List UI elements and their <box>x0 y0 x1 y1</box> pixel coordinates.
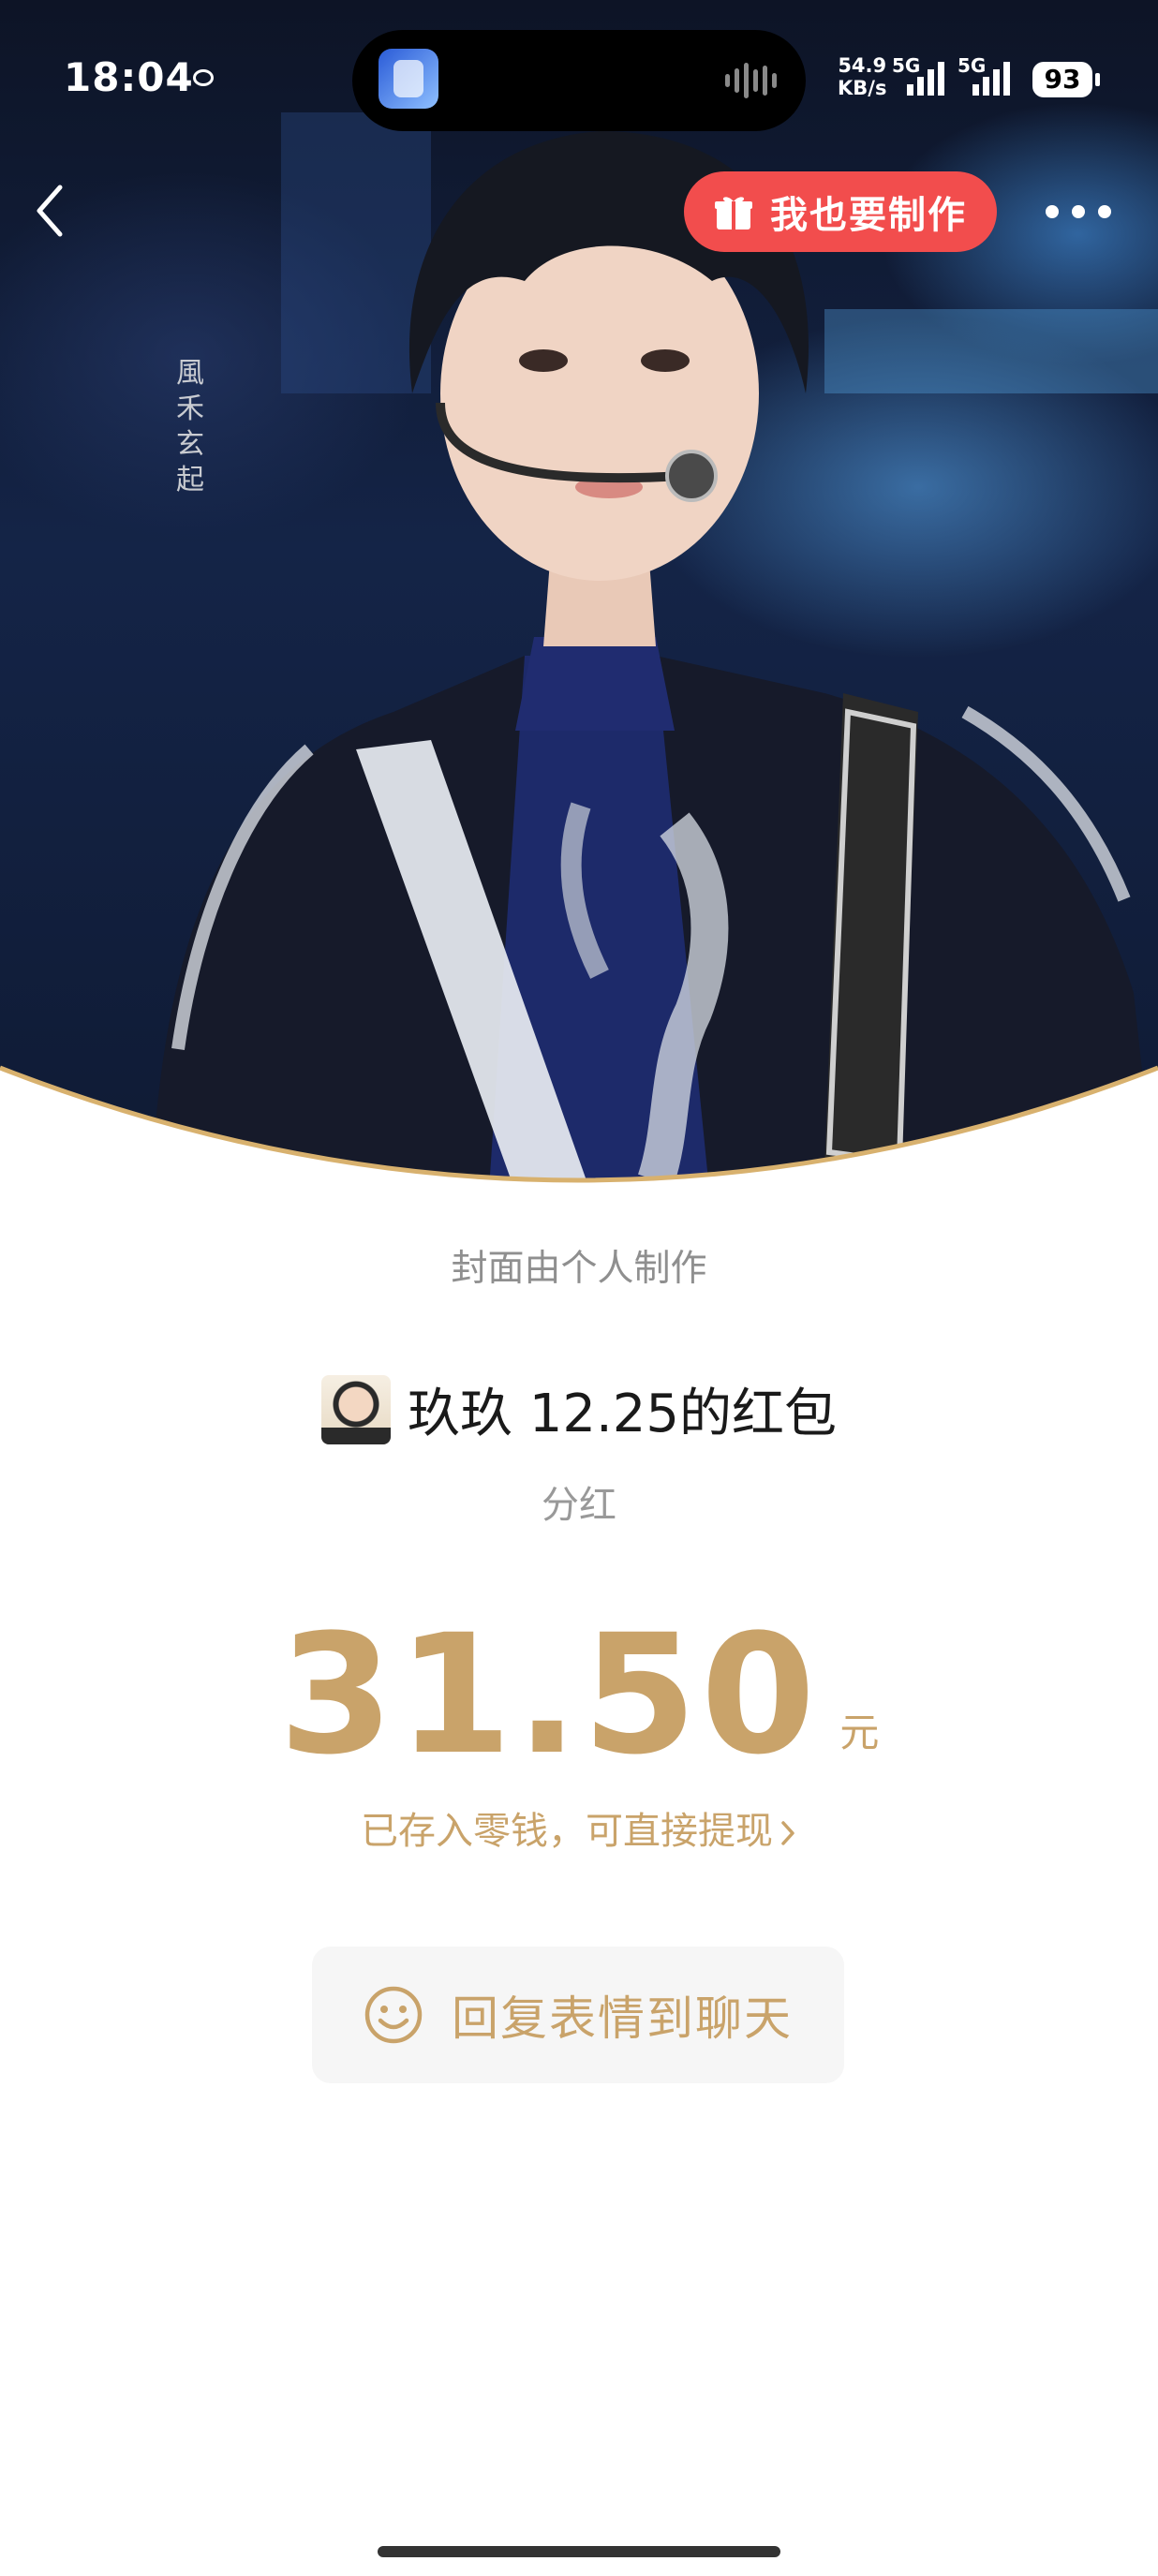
gift-icon <box>715 197 752 229</box>
audio-wave-icon <box>725 62 778 99</box>
island-app-icon[interactable] <box>379 49 438 109</box>
make-cover-button-label: 我也要制作 <box>770 194 967 237</box>
network-speed-value: 54.9 <box>838 54 887 77</box>
cover-watermark: 風禾玄起 <box>176 357 204 496</box>
reply-sticker-button[interactable]: 回复表情到聊天 <box>312 1947 844 2083</box>
notification-icon <box>193 69 214 86</box>
sender-row: 玖玖 12.25的红包 <box>0 1371 1158 1447</box>
packet-title: 玖玖 12.25的红包 <box>407 1384 838 1444</box>
sender-avatar[interactable] <box>320 1374 391 1444</box>
chevron-left-icon[interactable] <box>28 178 75 244</box>
cover-credit-note: 封面由个人制作 <box>451 1248 707 1290</box>
battery-level: 93 <box>1032 62 1100 97</box>
sim2-signal-icon <box>972 62 1010 96</box>
home-indicator[interactable] <box>378 2546 780 2557</box>
more-horizontal-icon[interactable] <box>1046 195 1111 229</box>
packet-subtype: 分红 <box>542 1484 616 1527</box>
amount-unit: 元 <box>839 1710 880 1755</box>
smile-icon <box>364 1986 423 2044</box>
make-cover-button[interactable]: 我也要制作 <box>684 171 997 252</box>
amount-row: 31.50 元 <box>0 1606 1158 1784</box>
network-speed-unit: KB/s <box>838 77 887 99</box>
stored-to-wallet-text: 已存入零钱，可直接提现 <box>361 1810 773 1853</box>
cover-curve-edge <box>0 1065 1158 1218</box>
network-speed: 54.9 KB/s <box>838 54 886 99</box>
chevron-right-icon <box>781 1821 794 1845</box>
packet-amount: 31.50 <box>278 1599 820 1791</box>
reply-sticker-button-label: 回复表情到聊天 <box>452 1991 793 2046</box>
sim1-signal-icon <box>907 62 944 96</box>
stored-to-wallet-link[interactable]: 已存入零钱，可直接提现 <box>0 1800 1158 1855</box>
status-time: 18:04 <box>64 54 194 100</box>
